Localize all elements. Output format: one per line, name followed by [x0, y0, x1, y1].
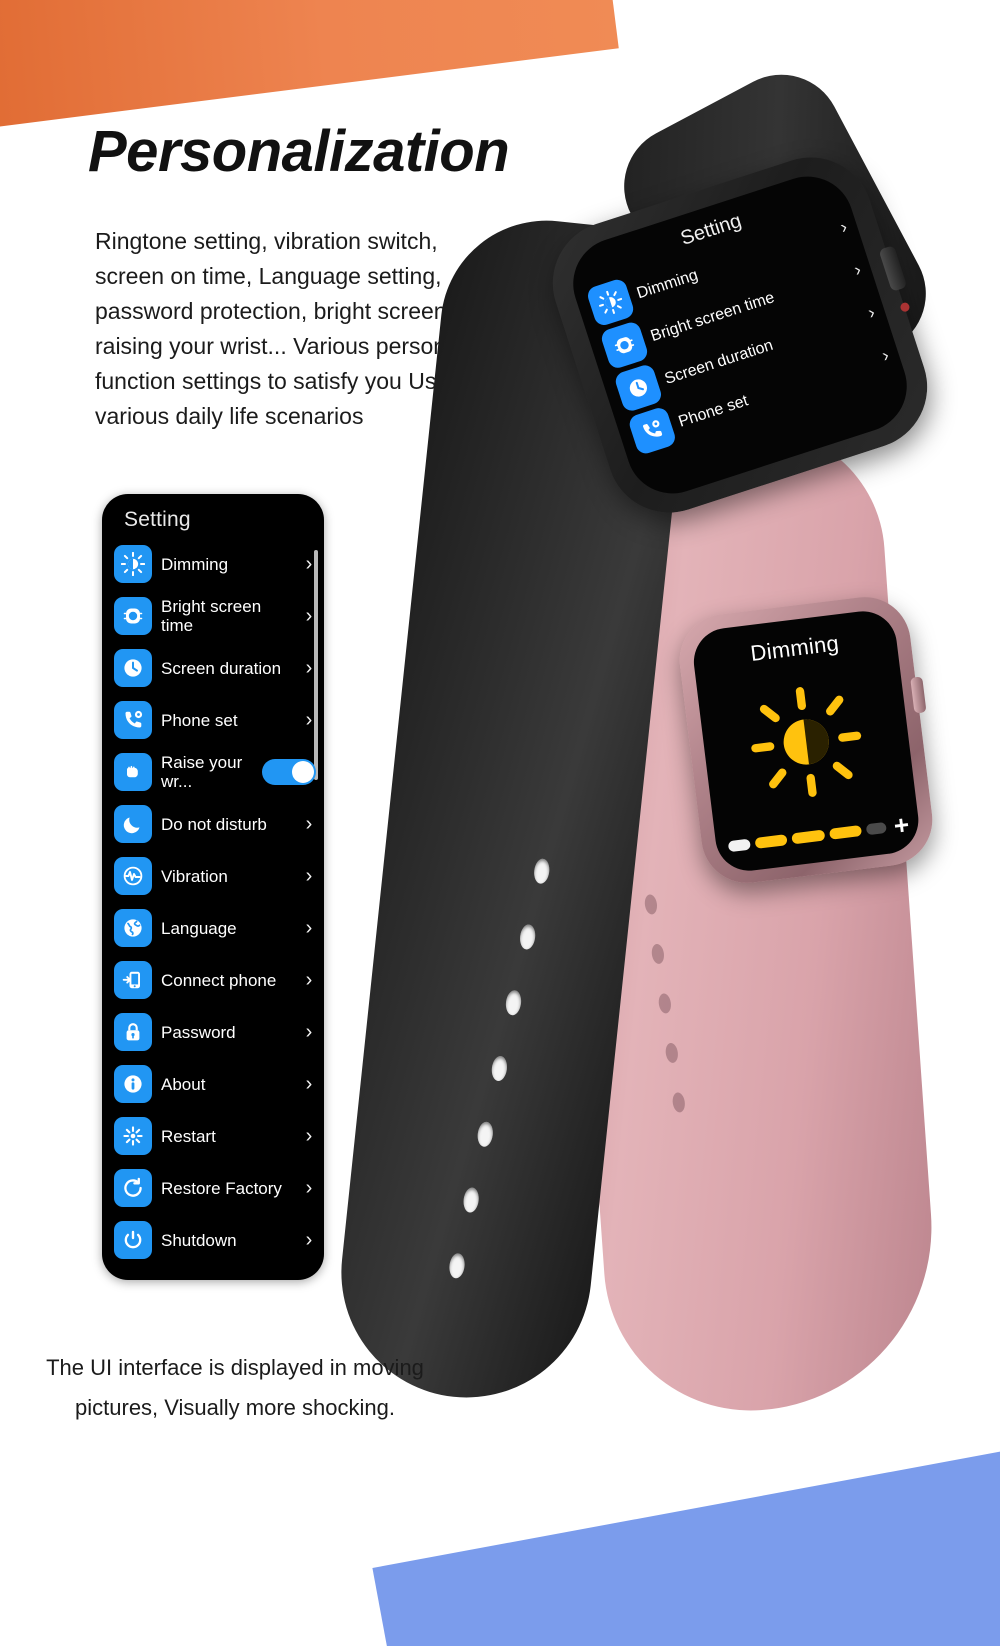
moon-icon	[114, 805, 152, 843]
footer-caption-line-2: pictures, Visually more shocking.	[75, 1395, 395, 1420]
poster-page: Personalization Ringtone setting, vibrat…	[0, 0, 1000, 1646]
setting-row-raise-your-wrist[interactable]: Raise your wr...	[102, 746, 324, 798]
raise-wrist-toggle[interactable]	[262, 759, 316, 785]
chevron-right-icon: ›	[305, 1177, 313, 1199]
toggle-knob	[292, 761, 314, 783]
slider-segment[interactable]	[791, 829, 825, 844]
chevron-right-icon: ›	[305, 1021, 313, 1043]
sun-half-icon	[738, 654, 875, 829]
setting-label: Raise your wr...	[161, 753, 243, 791]
product-photo-stage: Setting Dimming › Bright screen time › S…	[329, 53, 1000, 1421]
setting-label: Password	[161, 1022, 236, 1042]
setting-row-about[interactable]: About ›	[102, 1058, 324, 1110]
chevron-right-icon: ›	[305, 657, 313, 679]
setting-label: Connect phone	[161, 970, 277, 990]
chevron-right-icon: ›	[305, 1229, 313, 1251]
setting-label: Do not disturb	[161, 814, 267, 834]
black-watch-screen[interactable]: Setting Dimming › Bright screen time › S…	[561, 164, 919, 506]
watch-face-icon	[114, 597, 152, 635]
watch-face-icon	[599, 319, 650, 371]
info-icon	[114, 1065, 152, 1103]
connect-phone-icon	[114, 961, 152, 999]
slider-segment[interactable]	[727, 838, 751, 852]
setting-label: Restore Factory	[161, 1178, 282, 1198]
chevron-right-icon: ›	[837, 215, 850, 237]
lock-icon	[114, 1013, 152, 1051]
chevron-right-icon: ›	[305, 969, 313, 991]
clock-icon	[114, 649, 152, 687]
clock-icon	[613, 362, 664, 414]
slider-segment[interactable]	[754, 833, 788, 849]
setting-row-password[interactable]: Password ›	[102, 1006, 324, 1058]
setting-row-bright-screen-time[interactable]: Bright screen time ›	[102, 590, 324, 642]
phone-gear-icon	[114, 701, 152, 739]
setting-label: Language	[161, 918, 237, 938]
chevron-right-icon: ›	[305, 605, 313, 627]
setting-label: Screen duration	[161, 658, 282, 678]
chevron-right-icon: ›	[305, 865, 313, 887]
setting-row-shutdown[interactable]: Shutdown ›	[102, 1214, 324, 1266]
restore-arrow-icon	[114, 1169, 152, 1207]
rose-watch-screen[interactable]: Dimming +	[690, 607, 923, 875]
setting-label: Dimming	[161, 554, 229, 574]
chevron-right-icon: ›	[305, 917, 313, 939]
rose-watch-crown[interactable]	[910, 676, 927, 714]
setting-row-phone-set[interactable]: Phone set ›	[102, 694, 324, 746]
settings-panel-title: Setting	[124, 508, 191, 531]
chevron-right-icon: ›	[851, 258, 864, 280]
brightness-icon	[585, 277, 636, 328]
setting-row-restart[interactable]: Restart ›	[102, 1110, 324, 1162]
vibration-wave-icon	[114, 857, 152, 895]
setting-label: Bright screen time	[161, 597, 262, 635]
brightness-icon	[114, 545, 152, 583]
setting-row-screen-duration[interactable]: Screen duration ›	[102, 642, 324, 694]
setting-label: Shutdown	[161, 1230, 237, 1250]
raise-wrist-icon	[114, 753, 152, 791]
chevron-right-icon: ›	[305, 709, 313, 731]
setting-row-restore-factory[interactable]: Restore Factory ›	[102, 1162, 324, 1214]
setting-row-do-not-disturb[interactable]: Do not disturb ›	[102, 798, 324, 850]
restart-spinner-icon	[114, 1117, 152, 1155]
footer-caption: The UI interface is displayed in moving …	[0, 1348, 470, 1428]
setting-row-vibration[interactable]: Vibration ›	[102, 850, 324, 902]
chevron-right-icon: ›	[305, 813, 313, 835]
globe-icon	[114, 909, 152, 947]
chevron-right-icon: ›	[305, 1125, 313, 1147]
slider-segment[interactable]	[865, 821, 887, 835]
rose-smartwatch: Dimming +	[674, 591, 938, 889]
chevron-right-icon: ›	[305, 1073, 313, 1095]
setting-row-connect-phone[interactable]: Connect phone ›	[102, 954, 324, 1006]
setting-label: Vibration	[161, 866, 228, 886]
power-icon	[114, 1221, 152, 1259]
brightness-increase-button[interactable]: +	[892, 809, 911, 841]
chevron-right-icon: ›	[865, 301, 878, 323]
setting-row-dimming[interactable]: Dimming ›	[102, 538, 324, 590]
blue-corner-banner	[372, 1451, 1000, 1646]
setting-label: About	[161, 1074, 206, 1094]
footer-caption-line-1: The UI interface is displayed in moving	[46, 1355, 424, 1380]
setting-label: Restart	[161, 1126, 216, 1146]
phone-gear-icon	[627, 405, 678, 456]
chevron-right-icon: ›	[879, 344, 892, 366]
setting-label: Phone set	[161, 710, 238, 730]
setting-row-language[interactable]: Language ›	[102, 902, 324, 954]
chevron-right-icon: ›	[305, 553, 313, 575]
slider-segment[interactable]	[828, 824, 862, 840]
settings-panel: Setting Dimming › Bright screen time › S…	[102, 494, 324, 1280]
